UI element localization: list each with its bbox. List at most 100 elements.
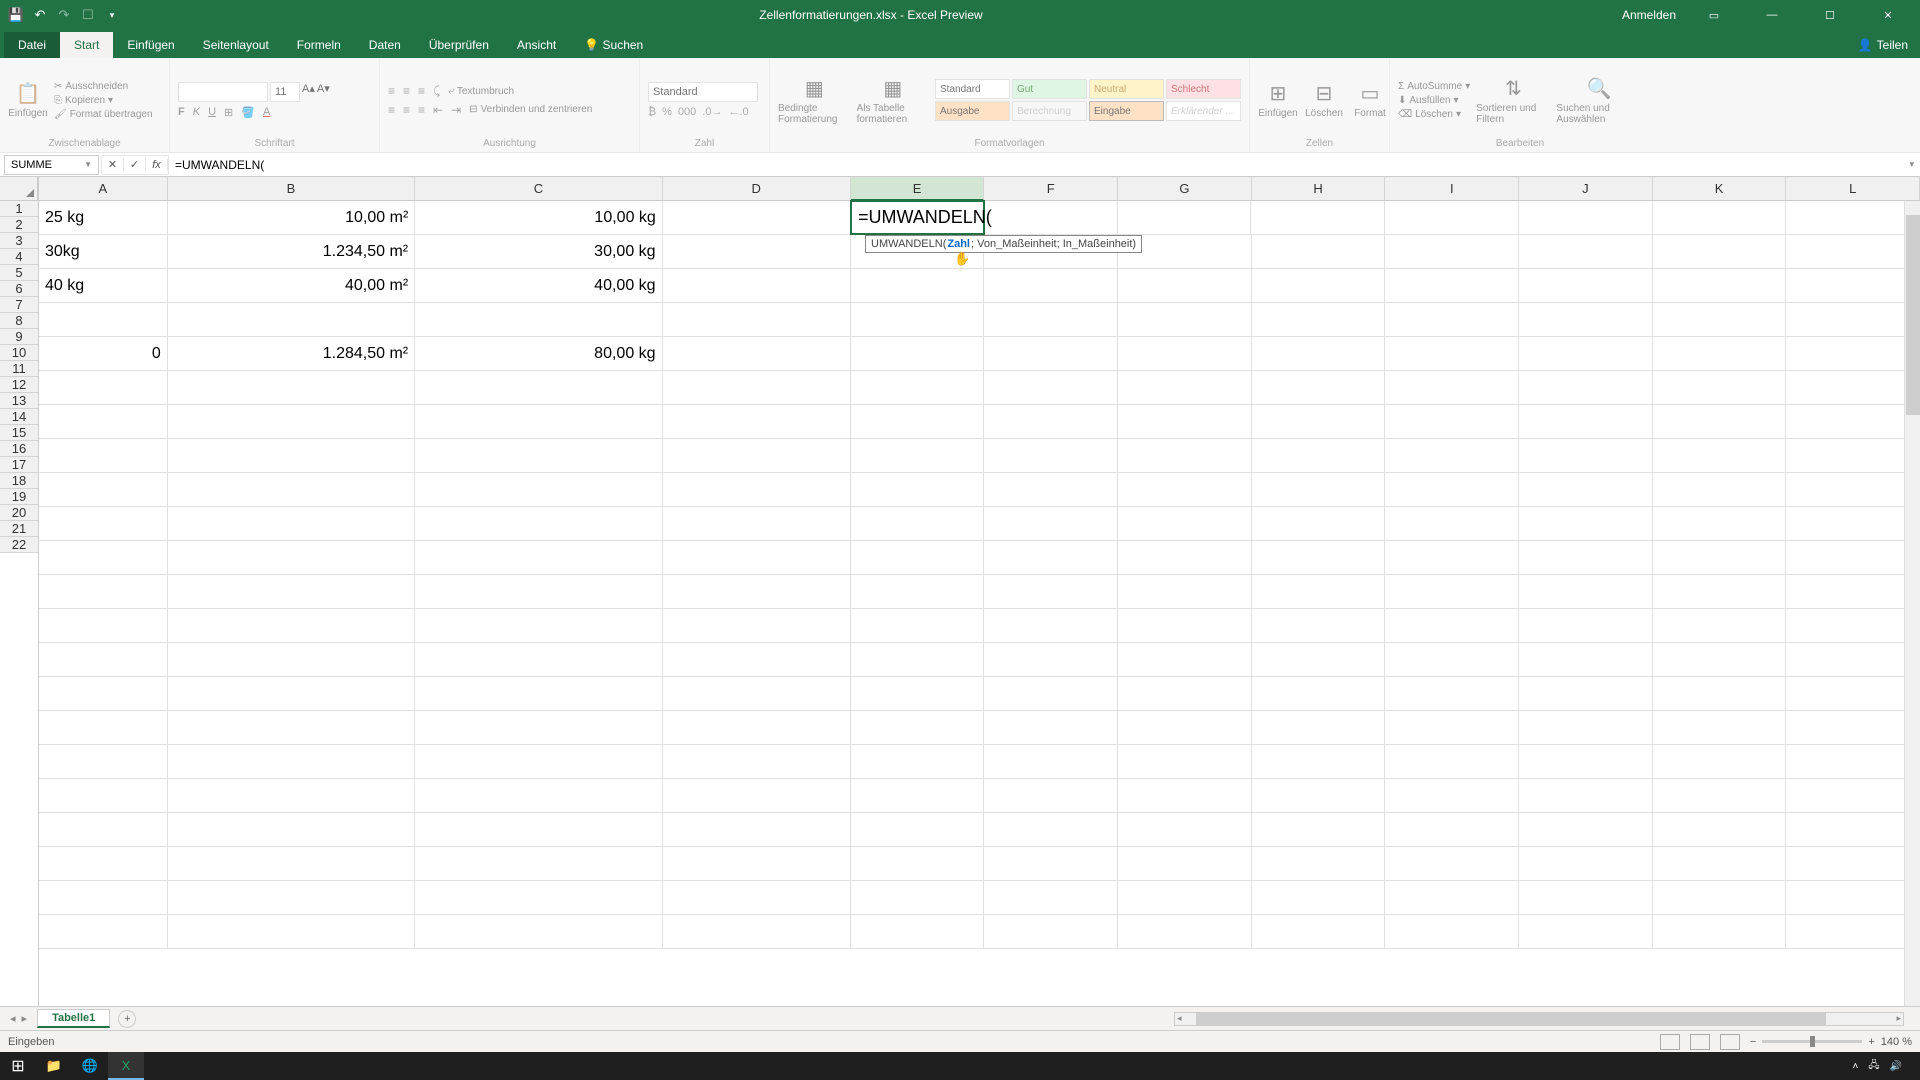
cell[interactable]: [663, 813, 851, 846]
view-normal-icon[interactable]: [1660, 1034, 1680, 1050]
cell[interactable]: [663, 575, 851, 608]
col-header[interactable]: K: [1653, 177, 1787, 201]
font-color-icon[interactable]: A: [263, 106, 270, 119]
cell[interactable]: [1118, 269, 1252, 302]
close-icon[interactable]: ✕: [1868, 9, 1908, 22]
cell[interactable]: [1786, 371, 1920, 404]
col-header[interactable]: D: [663, 177, 851, 201]
col-header[interactable]: J: [1519, 177, 1653, 201]
dec-decimal-icon[interactable]: ←.0: [728, 106, 748, 118]
cell[interactable]: [168, 371, 415, 404]
cell[interactable]: [1385, 269, 1519, 302]
row-header[interactable]: 9: [0, 329, 38, 345]
cell[interactable]: [168, 847, 415, 880]
cell[interactable]: [39, 881, 168, 914]
cell[interactable]: [851, 439, 985, 472]
cell[interactable]: [1118, 881, 1252, 914]
cell[interactable]: [851, 575, 985, 608]
cell[interactable]: [1385, 677, 1519, 710]
number-format-select[interactable]: [648, 82, 758, 102]
tab-pagelayout[interactable]: Seitenlayout: [189, 32, 283, 58]
cell[interactable]: [1786, 201, 1920, 234]
cell[interactable]: [984, 643, 1118, 676]
cell[interactable]: [39, 541, 168, 574]
cell[interactable]: [663, 711, 851, 744]
cell[interactable]: [1385, 235, 1519, 268]
cell[interactable]: [415, 643, 662, 676]
col-header[interactable]: C: [415, 177, 663, 201]
cell[interactable]: [1519, 575, 1653, 608]
cell[interactable]: [1385, 507, 1519, 540]
cell[interactable]: [1653, 609, 1787, 642]
row-header[interactable]: 14: [0, 409, 38, 425]
cell[interactable]: [1252, 371, 1386, 404]
cell[interactable]: [1385, 745, 1519, 778]
cell[interactable]: [1519, 439, 1653, 472]
cell[interactable]: [39, 643, 168, 676]
style-standard[interactable]: Standard: [935, 79, 1010, 99]
cell[interactable]: [1118, 371, 1252, 404]
cell[interactable]: [663, 337, 851, 370]
row-header[interactable]: 8: [0, 313, 38, 329]
cell[interactable]: [984, 609, 1118, 642]
cell[interactable]: [1653, 235, 1787, 268]
cell[interactable]: [851, 881, 985, 914]
row-header[interactable]: 5: [0, 265, 38, 281]
cell[interactable]: 0: [39, 337, 168, 370]
cell[interactable]: [1118, 847, 1252, 880]
merge-button[interactable]: ⊟ Verbinden und zentrieren: [469, 103, 592, 117]
cell[interactable]: [39, 847, 168, 880]
cell[interactable]: 30,00 kg: [415, 235, 662, 268]
align-mid-icon[interactable]: ≡: [403, 84, 410, 99]
cell[interactable]: [1786, 745, 1920, 778]
cell[interactable]: [1385, 439, 1519, 472]
cell[interactable]: [1118, 575, 1252, 608]
cell[interactable]: [1385, 303, 1519, 336]
cell[interactable]: [168, 745, 415, 778]
cell[interactable]: [1653, 847, 1787, 880]
cell[interactable]: [1252, 745, 1386, 778]
cell[interactable]: [663, 473, 851, 506]
thousand-icon[interactable]: 000: [678, 106, 696, 118]
cut-button[interactable]: ✂ Ausschneiden: [54, 80, 153, 93]
row-header[interactable]: 3: [0, 233, 38, 249]
cell[interactable]: [1118, 507, 1252, 540]
cell[interactable]: [1653, 575, 1787, 608]
tab-home[interactable]: Start: [60, 32, 113, 58]
tab-view[interactable]: Ansicht: [503, 32, 570, 58]
cell[interactable]: [1118, 711, 1252, 744]
col-header[interactable]: H: [1252, 177, 1386, 201]
cell[interactable]: [1385, 847, 1519, 880]
cell[interactable]: [1252, 541, 1386, 574]
cell[interactable]: [1252, 915, 1386, 948]
cell[interactable]: [984, 541, 1118, 574]
cell[interactable]: [415, 507, 662, 540]
cell[interactable]: [1252, 779, 1386, 812]
cell[interactable]: [1786, 235, 1920, 268]
row-header[interactable]: 4: [0, 249, 38, 265]
cell[interactable]: [1786, 813, 1920, 846]
cell[interactable]: [1653, 201, 1787, 234]
cell[interactable]: [39, 473, 168, 506]
enter-formula-icon[interactable]: ✓: [124, 158, 146, 171]
cell[interactable]: [663, 643, 851, 676]
cell[interactable]: [415, 439, 662, 472]
style-eingabe[interactable]: Eingabe: [1089, 101, 1164, 121]
cell[interactable]: [1252, 711, 1386, 744]
cell[interactable]: [415, 813, 662, 846]
cell[interactable]: [1519, 303, 1653, 336]
row-header[interactable]: 19: [0, 489, 38, 505]
cell[interactable]: [984, 813, 1118, 846]
cell[interactable]: [663, 507, 851, 540]
autosum-button[interactable]: Σ AutoSumme ▾: [1398, 80, 1470, 93]
cell[interactable]: [39, 371, 168, 404]
zoom-out-icon[interactable]: −: [1750, 1036, 1756, 1048]
col-header[interactable]: L: [1786, 177, 1920, 201]
cell[interactable]: [1519, 813, 1653, 846]
cell[interactable]: [39, 711, 168, 744]
cell[interactable]: [1786, 609, 1920, 642]
cell[interactable]: [1519, 541, 1653, 574]
tray-volume-icon[interactable]: 🔊: [1890, 1061, 1902, 1072]
cell[interactable]: [1252, 609, 1386, 642]
cell[interactable]: [851, 609, 985, 642]
